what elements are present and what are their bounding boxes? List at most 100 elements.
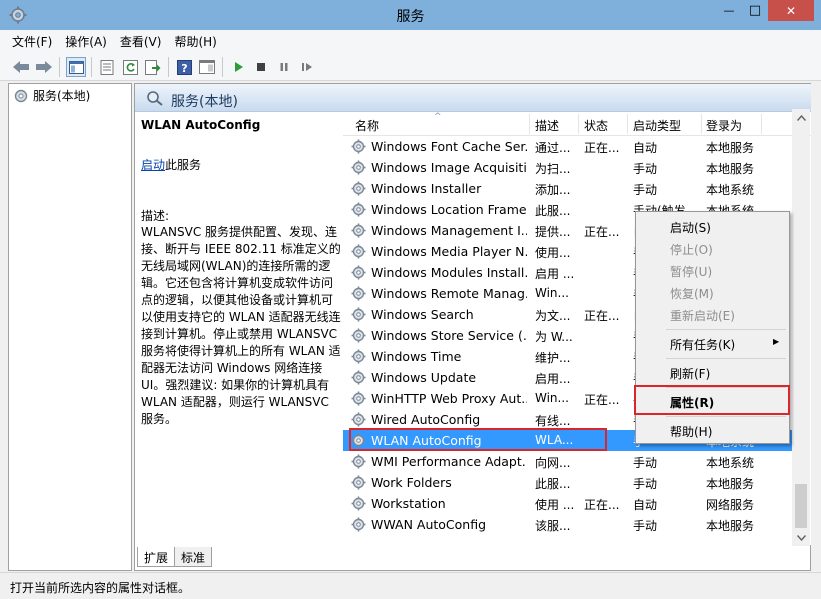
column-header-name[interactable]: 名称 — [355, 117, 379, 134]
context-start[interactable]: 启动(S) — [670, 219, 711, 236]
service-gear-icon — [351, 181, 366, 199]
service-name-cell: Windows Installer — [371, 181, 482, 196]
service-row[interactable]: WWAN AutoConfig 该服... 手动 本地服务 — [343, 514, 798, 535]
help-toolbar-button[interactable]: ? — [174, 57, 194, 77]
service-name-cell: WWAN AutoConfig — [371, 517, 487, 532]
service-description-cell: 此服... — [535, 477, 571, 491]
show-action-pane-button[interactable] — [197, 57, 217, 77]
service-description-cell: Win... — [535, 286, 569, 300]
context-stop[interactable]: 停止(O) — [670, 241, 713, 258]
service-description-cell: Win... — [535, 391, 569, 405]
service-logon-cell: 本地服务 — [706, 519, 755, 533]
service-status-cell: 正在... — [584, 141, 620, 155]
service-row[interactable]: WMI Performance Adapt... 向网... 手动 本地系统 — [343, 451, 798, 472]
service-row[interactable]: Windows Font Cache Ser... 通过... 正在... 自动 本地服… — [343, 136, 798, 157]
service-name-cell: Windows Search — [371, 307, 474, 322]
tree-item-services-local[interactable]: 服务(本地) — [13, 87, 90, 104]
scrollbar-thumb[interactable] — [795, 484, 807, 528]
back-button[interactable] — [11, 57, 31, 77]
column-header-status[interactable]: 状态 — [584, 117, 608, 134]
service-name-cell: Windows Modules Install... — [371, 265, 527, 280]
column-header-description[interactable]: 描述 — [535, 117, 559, 134]
context-pause[interactable]: 暂停(U) — [670, 263, 712, 280]
export-list-button[interactable] — [143, 57, 163, 77]
refresh-toolbar-button[interactable] — [120, 57, 140, 77]
tab-standard[interactable]: 标准 — [174, 547, 213, 567]
service-description-cell: 向网... — [535, 456, 571, 470]
view-tabs: 扩展 标准 — [134, 547, 334, 569]
service-row[interactable]: Windows Installer 添加... 手动 本地系统 — [343, 178, 798, 199]
selected-row-highlight — [349, 428, 607, 451]
start-service-link[interactable]: 启动 — [141, 158, 165, 172]
service-logon-cell: 网络服务 — [706, 498, 755, 512]
service-logon-cell: 本地系统 — [706, 183, 755, 197]
service-name-cell: Windows Time — [371, 349, 462, 364]
back-arrow-icon — [13, 61, 29, 73]
service-name-cell: Windows Location Frame... — [371, 202, 527, 217]
close-button[interactable]: ✕ — [768, 0, 814, 21]
submenu-arrow-icon: ▶ — [773, 337, 780, 346]
scroll-down-button[interactable] — [792, 529, 810, 546]
console-tree-icon — [68, 60, 84, 74]
service-description-cell: 通过... — [535, 141, 571, 155]
service-status-cell: 正在... — [584, 225, 620, 239]
service-description-cell: 启用... — [535, 372, 571, 386]
service-gear-icon — [351, 286, 366, 304]
menu-file[interactable]: 文件(F) — [12, 33, 52, 50]
column-header-logon-as[interactable]: 登录为 — [706, 117, 742, 134]
tab-extended[interactable]: 扩展 — [137, 547, 176, 567]
service-row[interactable]: Workstation 使用 ... 正在... 自动 网络服务 — [343, 493, 798, 514]
service-gear-icon — [351, 391, 366, 409]
service-startup-cell: 自动 — [633, 141, 658, 155]
sort-ascending-icon: ^ — [434, 112, 442, 122]
properties-toolbar-button[interactable] — [97, 57, 117, 77]
services-gear-icon — [14, 89, 28, 102]
service-gear-icon — [351, 475, 366, 493]
service-startup-cell: 手动 — [633, 477, 658, 491]
service-row[interactable]: Windows Image Acquisiti... 为扫... 手动 本地服务 — [343, 157, 798, 178]
restart-service-button[interactable] — [297, 57, 317, 77]
action-pane-icon — [199, 60, 215, 74]
title-bar[interactable]: 服务 — □ ✕ — [0, 0, 821, 30]
play-icon — [235, 62, 243, 72]
context-all-tasks[interactable]: 所有任务(K) — [670, 336, 735, 353]
forward-button[interactable] — [34, 57, 54, 77]
menu-action[interactable]: 操作(A) — [65, 33, 107, 50]
column-header-startup-type[interactable]: 启动类型 — [633, 117, 681, 134]
minimize-button[interactable]: — — [716, 0, 742, 21]
service-startup-cell: 手动 — [633, 519, 658, 533]
refresh-icon — [122, 59, 138, 75]
chevron-down-icon — [796, 534, 806, 541]
service-name-cell: WinHTTP Web Proxy Aut... — [371, 391, 527, 406]
selected-service-name: WLAN AutoConfig — [141, 118, 261, 132]
service-gear-icon — [351, 517, 366, 535]
service-name-cell: Windows Store Service (... — [371, 328, 527, 343]
chevron-up-icon — [796, 114, 806, 121]
service-gear-icon — [351, 244, 366, 262]
properties-highlight — [634, 385, 790, 415]
stop-service-button[interactable] — [251, 57, 271, 77]
stop-icon — [257, 63, 265, 71]
svg-text:?: ? — [181, 62, 187, 75]
menu-view[interactable]: 查看(V) — [120, 33, 162, 50]
vertical-scrollbar[interactable] — [792, 109, 810, 546]
service-startup-cell: 自动 — [633, 498, 658, 512]
pause-icon — [280, 63, 288, 71]
show-hide-console-tree-button[interactable] — [66, 57, 86, 77]
pause-service-button[interactable] — [274, 57, 294, 77]
context-help[interactable]: 帮助(H) — [670, 423, 712, 440]
context-refresh[interactable]: 刷新(F) — [670, 365, 710, 382]
context-restart[interactable]: 重新启动(E) — [670, 307, 735, 324]
service-name-cell: Wired AutoConfig — [371, 412, 481, 427]
maximize-button[interactable]: □ — [742, 0, 768, 21]
scroll-up-button[interactable] — [792, 109, 810, 126]
context-resume[interactable]: 恢复(M) — [670, 285, 714, 302]
service-description-cell: 启用 ... — [535, 267, 575, 281]
menu-help[interactable]: 帮助(H) — [174, 33, 216, 50]
service-description-cell: 提供... — [535, 225, 571, 239]
start-service-button[interactable] — [228, 57, 248, 77]
start-service-suffix: 此服务 — [165, 158, 202, 172]
minimize-icon: — — [723, 4, 735, 17]
service-name-cell: Windows Remote Manag... — [371, 286, 527, 301]
service-row[interactable]: Work Folders 此服... 手动 本地服务 — [343, 472, 798, 493]
